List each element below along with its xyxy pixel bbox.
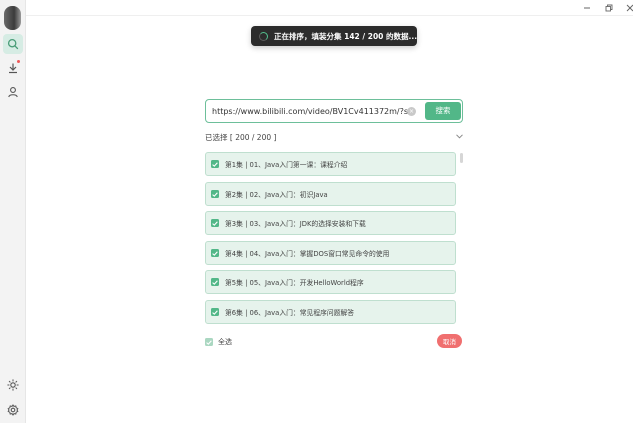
user-icon: [8, 87, 18, 98]
checkbox-checked-icon[interactable]: [211, 190, 219, 198]
clear-input-button[interactable]: ×: [407, 107, 416, 116]
close-button[interactable]: [624, 2, 633, 14]
episode-item[interactable]: 第3集 | 03、Java入门：JDK的选择安装和下载: [205, 211, 456, 235]
episode-item[interactable]: 第1集 | 01、Java入门第一课：课程介绍: [205, 152, 456, 176]
avatar[interactable]: [4, 6, 21, 30]
episode-item[interactable]: 第6集 | 06、Java入门：常见程序问题解答: [205, 300, 456, 324]
sun-icon: [7, 379, 19, 391]
list-scrollbar[interactable]: [460, 153, 463, 163]
selection-header: 已选择 [ 200 / 200 ]: [205, 132, 463, 144]
episode-title: 第6集 | 06、Java入门：常见程序问题解答: [225, 309, 355, 317]
episode-title: 第4集 | 04、Java入门：掌握DOS窗口常见命令的使用: [225, 250, 390, 258]
episode-title: 第1集 | 01、Java入门第一课：课程介绍: [225, 161, 348, 169]
checkbox-checked-icon[interactable]: [211, 160, 219, 168]
url-input[interactable]: [212, 104, 408, 118]
loading-spinner-icon: [259, 31, 268, 41]
toast-message: 正在排序，填装分集 142 / 200 的数据...: [274, 31, 418, 41]
gear-icon: [7, 404, 19, 416]
progress-toast: 正在排序，填装分集 142 / 200 的数据...: [251, 26, 417, 46]
search-button[interactable]: 搜索: [425, 101, 461, 120]
user-nav-button[interactable]: [3, 82, 23, 102]
download-icon: [9, 63, 17, 74]
select-all-control[interactable]: 全选: [205, 337, 232, 347]
select-all-label: 全选: [218, 338, 232, 346]
selected-count-label: 已选择 [ 200 / 200 ]: [205, 133, 277, 142]
chevron-down-icon[interactable]: [456, 134, 463, 139]
url-search-bar: × 搜索: [205, 99, 463, 123]
minimize-icon: [584, 7, 590, 9]
download-nav-button[interactable]: [3, 58, 23, 78]
episode-item[interactable]: 第5集 | 05、Java入门：开发HelloWorld程序: [205, 270, 456, 294]
restore-icon: [605, 4, 613, 12]
episode-item[interactable]: 第2集 | 02、Java入门：初识Java: [205, 182, 456, 206]
maximize-button[interactable]: [603, 2, 615, 14]
app-window: 正在排序，填装分集 142 / 200 的数据... × 搜索 已选择 [ 20…: [0, 0, 633, 423]
checkbox-checked-icon[interactable]: [211, 278, 219, 286]
episode-title: 第5集 | 05、Java入门：开发HelloWorld程序: [225, 279, 364, 287]
title-bar: [26, 0, 633, 16]
search-nav-button[interactable]: [3, 34, 23, 54]
search-icon: [7, 38, 19, 50]
checkbox-checked-icon[interactable]: [211, 249, 219, 257]
minimize-button[interactable]: [581, 2, 593, 14]
cancel-button[interactable]: 取消: [437, 334, 462, 348]
episode-item[interactable]: 第4集 | 04、Java入门：掌握DOS窗口常见命令的使用: [205, 241, 456, 265]
sidebar: [0, 0, 26, 423]
close-icon: [626, 4, 633, 12]
select-all-checkbox-icon[interactable]: [205, 338, 213, 346]
checkbox-checked-icon[interactable]: [211, 219, 219, 227]
notification-badge: [17, 60, 20, 63]
episode-title: 第3集 | 03、Java入门：JDK的选择安装和下载: [225, 220, 366, 228]
episode-list: 第1集 | 01、Java入门第一课：课程介绍 第2集 | 02、Java入门：…: [205, 152, 457, 327]
checkbox-checked-icon[interactable]: [211, 308, 219, 316]
episode-title: 第2集 | 02、Java入门：初识Java: [225, 191, 328, 199]
theme-toggle-button[interactable]: [3, 375, 23, 395]
settings-nav-button[interactable]: [3, 400, 23, 420]
